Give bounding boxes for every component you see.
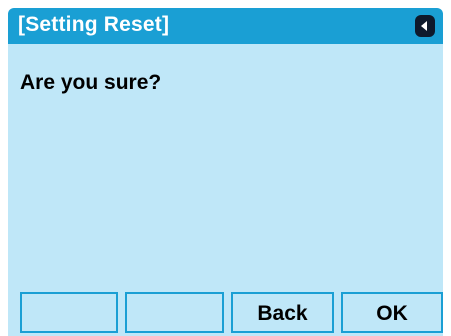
back-arrow-icon[interactable] [415, 15, 435, 37]
phone-screen: [Setting Reset] Are you sure? Back OK [0, 0, 451, 336]
confirmation-message: Are you sure? [20, 71, 162, 94]
back-softkey-label: Back [257, 301, 308, 325]
softkey-1[interactable] [20, 292, 118, 333]
dialog-content: Are you sure? Back OK [8, 44, 443, 336]
softkey-2[interactable] [125, 292, 224, 333]
title-bar: [Setting Reset] [8, 8, 443, 44]
left-triangle-icon [421, 21, 427, 31]
screen-title: [Setting Reset] [18, 13, 170, 36]
ok-softkey[interactable]: OK [341, 292, 443, 333]
back-softkey[interactable]: Back [231, 292, 334, 333]
ok-softkey-label: OK [376, 301, 408, 325]
